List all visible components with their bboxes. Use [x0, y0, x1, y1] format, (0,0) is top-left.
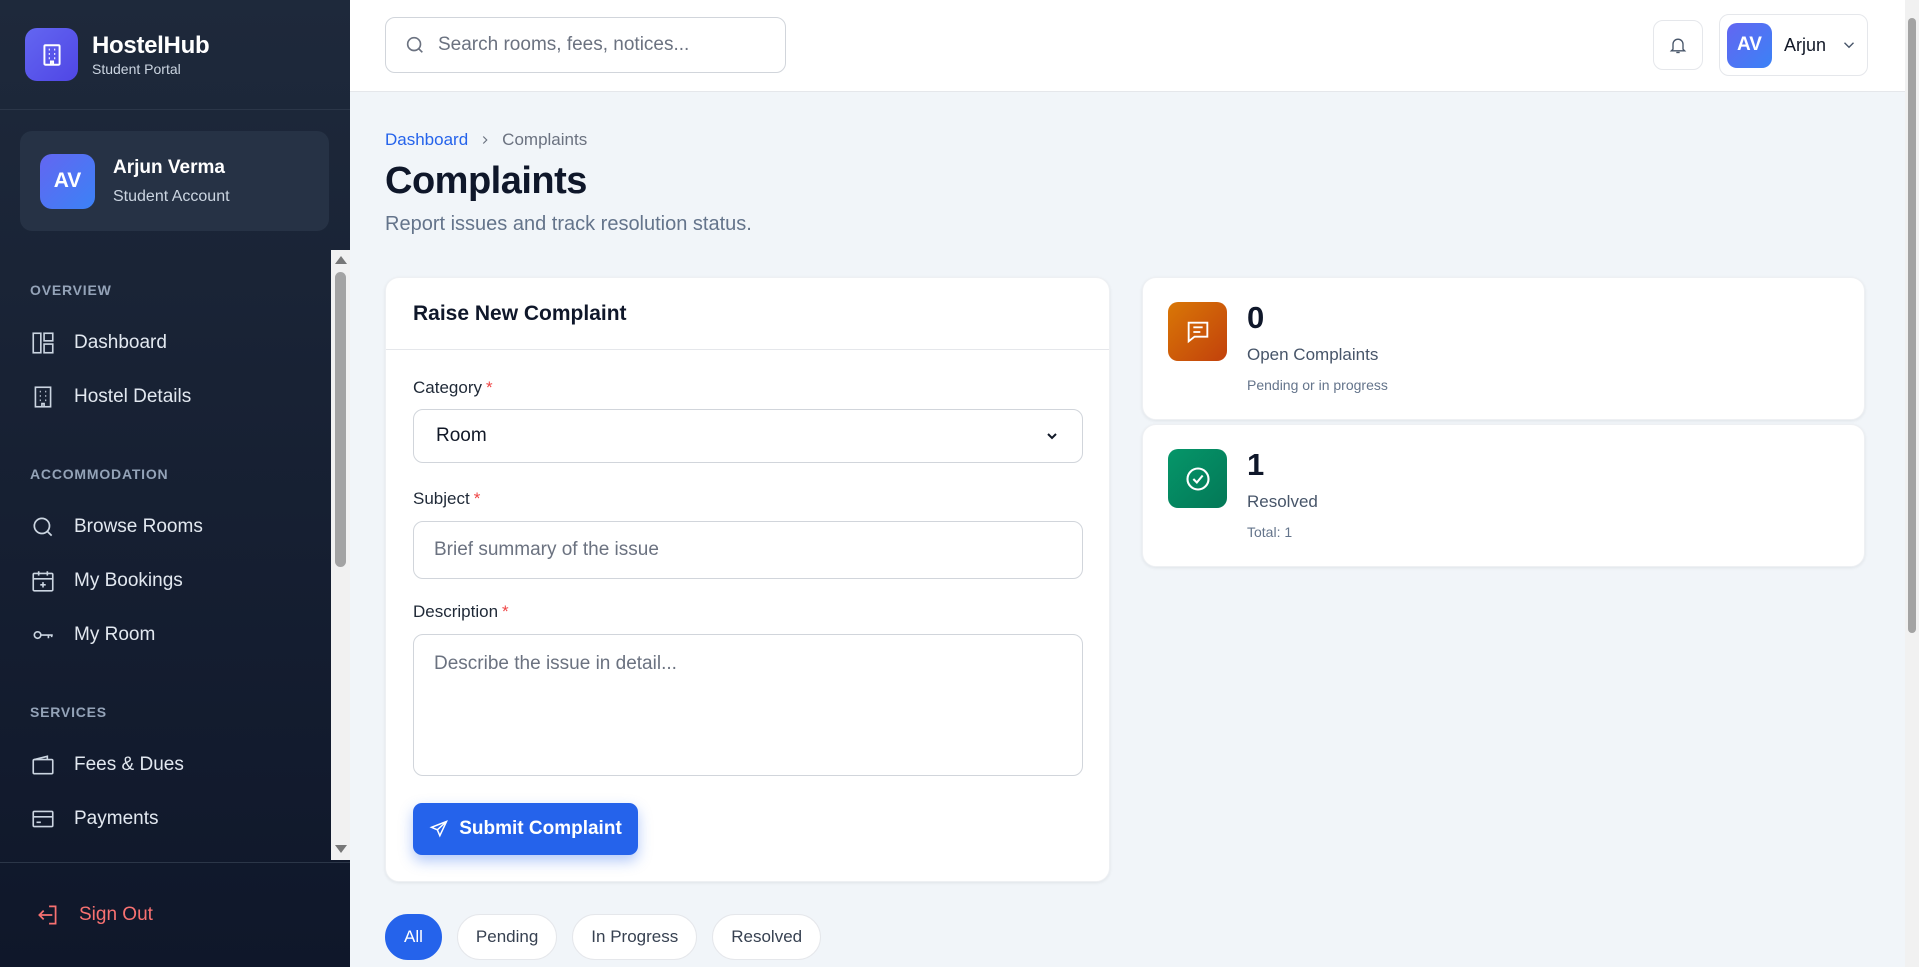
breadcrumb-current: Complaints — [502, 130, 588, 149]
user-name: Arjun Verma — [113, 156, 225, 178]
stat-value: 0 — [1247, 300, 1265, 335]
sidebar-item-label: My Room — [74, 624, 156, 645]
user-card[interactable]: AV Arjun Verma Student Account — [20, 131, 329, 231]
sidebar-item-my-bookings[interactable]: My Bookings — [0, 556, 331, 606]
category-select[interactable]: Room — [413, 409, 1083, 463]
building-icon — [34, 386, 52, 408]
sidebar-item-hostel-details[interactable]: Hostel Details — [0, 372, 331, 422]
user-menu-button[interactable]: AV Arjun — [1719, 14, 1868, 76]
sidebar-item-fees-dues[interactable]: Fees & Dues — [0, 740, 331, 790]
user-menu-name: Arjun — [1784, 34, 1827, 55]
sidebar-item-label: Fees & Dues — [74, 754, 184, 775]
brand-name: HostelHub — [92, 32, 210, 59]
wallet-icon — [32, 755, 54, 775]
subject-input[interactable] — [413, 521, 1083, 579]
sign-out-icon — [38, 905, 57, 925]
sidebar-item-payments[interactable]: Payments — [0, 794, 331, 844]
calendar-plus-icon — [32, 571, 54, 592]
scrollbar-thumb[interactable] — [1908, 18, 1916, 633]
avatar: AV — [1727, 22, 1772, 68]
status-filters: All Pending In Progress Resolved — [385, 914, 836, 960]
sidebar-item-label: Dashboard — [74, 332, 167, 353]
search-icon — [33, 517, 53, 537]
search-icon — [406, 36, 423, 53]
sidebar-item-label: Browse Rooms — [74, 516, 203, 537]
stat-label: Open Complaints — [1247, 345, 1379, 364]
nav-section-overview: OVERVIEW — [30, 282, 112, 298]
send-icon — [429, 820, 449, 838]
sidebar-item-label: My Bookings — [74, 570, 183, 591]
key-icon — [33, 630, 53, 640]
stat-sub: Pending or in progress — [1247, 377, 1388, 393]
page-scrollbar[interactable] — [1905, 0, 1919, 967]
sidebar-nav: OVERVIEW Dashboard Hostel Details ACCOMM… — [0, 250, 331, 860]
sidebar-item-label: Payments — [74, 808, 159, 829]
notifications-button[interactable] — [1653, 20, 1703, 70]
user-role: Student Account — [113, 187, 230, 205]
description-label: Description * — [413, 602, 509, 621]
sidebar-scrollbar[interactable] — [331, 250, 350, 860]
submit-complaint-button[interactable]: Submit Complaint — [413, 803, 638, 855]
complaint-form-card: Raise New Complaint Category * Room Subje… — [385, 277, 1110, 882]
sidebar-item-my-room[interactable]: My Room — [0, 610, 331, 660]
scroll-down-arrow[interactable] — [335, 845, 347, 853]
nav-section-accommodation: ACCOMMODATION — [30, 466, 169, 482]
chevron-down-icon — [1047, 433, 1057, 440]
scroll-up-arrow[interactable] — [335, 256, 347, 264]
credit-card-icon — [32, 810, 54, 828]
top-bar: AV Arjun — [350, 0, 1905, 92]
filter-all[interactable]: All — [385, 914, 442, 960]
page-title: Complaints — [385, 160, 587, 202]
category-label: Category * — [413, 378, 493, 397]
breadcrumb-dashboard-link[interactable]: Dashboard — [385, 130, 468, 150]
chevron-down-icon — [1844, 42, 1855, 49]
sign-out-button[interactable]: Sign Out — [0, 862, 350, 967]
filter-resolved[interactable]: Resolved — [712, 914, 822, 960]
stat-sub: Total: 1 — [1247, 524, 1293, 540]
message-icon — [1168, 302, 1227, 361]
filter-in-progress[interactable]: In Progress — [572, 914, 698, 960]
filter-pending[interactable]: Pending — [456, 914, 558, 960]
dashboard-icon — [32, 332, 54, 354]
stat-card-open: 0 Open Complaints Pending or in progress — [1142, 277, 1865, 420]
search-input[interactable] — [438, 34, 758, 56]
breadcrumb: Dashboard Complaints — [385, 130, 587, 150]
building-logo-icon — [25, 28, 78, 81]
check-circle-icon — [1168, 449, 1227, 508]
brand-subtitle: Student Portal — [92, 61, 181, 77]
category-selected-value: Room — [436, 425, 487, 446]
subject-label: Subject * — [413, 489, 481, 508]
stat-card-resolved: 1 Resolved Total: 1 — [1142, 424, 1865, 567]
sign-out-label: Sign Out — [79, 904, 153, 925]
scrollbar-thumb[interactable] — [335, 272, 346, 567]
sidebar-item-label: Hostel Details — [74, 386, 192, 407]
nav-section-services: SERVICES — [30, 704, 107, 720]
stat-label: Resolved — [1247, 492, 1318, 511]
avatar: AV — [40, 153, 95, 209]
sidebar-item-dashboard[interactable]: Dashboard — [0, 318, 331, 368]
submit-label: Submit Complaint — [459, 818, 622, 839]
bell-icon — [1669, 38, 1687, 54]
chevron-right-icon — [483, 136, 488, 144]
brand[interactable]: HostelHub Student Portal — [0, 0, 350, 110]
description-textarea[interactable] — [413, 634, 1083, 776]
sidebar-item-browse-rooms[interactable]: Browse Rooms — [0, 502, 331, 552]
form-title: Raise New Complaint — [386, 278, 1109, 350]
search-box[interactable] — [385, 17, 786, 73]
stat-value: 1 — [1247, 447, 1265, 482]
page-subtitle: Report issues and track resolution statu… — [385, 213, 752, 235]
